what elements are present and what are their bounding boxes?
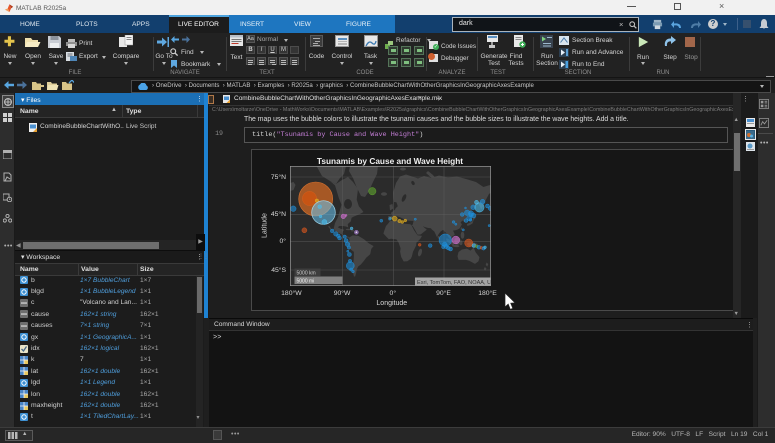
svg-text:Esri, TomTom, FAO, NOAA, USGS: Esri, TomTom, FAO, NOAA, USGS	[417, 280, 491, 286]
svg-text:5000 mi: 5000 mi	[296, 278, 314, 284]
svg-text:5000 km: 5000 km	[296, 270, 315, 276]
